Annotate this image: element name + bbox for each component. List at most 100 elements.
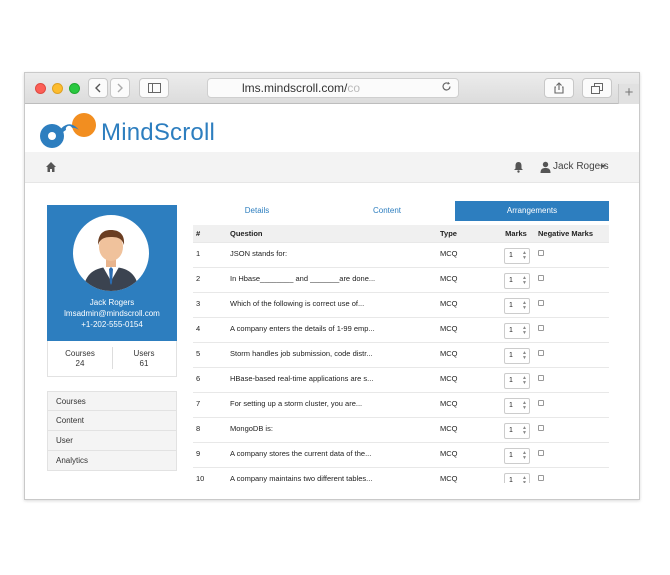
marks-stepper[interactable]: 1 ▲ ▼ bbox=[504, 372, 530, 389]
stat-users-value: 61 bbox=[139, 359, 149, 368]
row-question[interactable]: For setting up a storm cluster, you are.… bbox=[227, 391, 437, 417]
row-number: 10 bbox=[193, 466, 227, 483]
negative-marks-checkbox[interactable] bbox=[538, 324, 544, 331]
maximize-window-button[interactable] bbox=[69, 83, 80, 94]
row-question[interactable]: JSON stands for: bbox=[227, 241, 437, 267]
negative-marks-checkbox[interactable] bbox=[538, 374, 544, 381]
header-number: # bbox=[193, 225, 227, 242]
chevron-down-icon[interactable] bbox=[600, 165, 606, 168]
marks-stepper[interactable]: 1 ▲ ▼ bbox=[504, 322, 530, 339]
negative-marks-checkbox[interactable] bbox=[538, 274, 544, 281]
row-number: 1 bbox=[193, 241, 227, 267]
row-question[interactable]: In Hbase________ and _______are done... bbox=[227, 266, 437, 292]
user-icon[interactable] bbox=[540, 161, 551, 173]
marks-stepper[interactable]: 1 ▲ ▼ bbox=[504, 347, 530, 364]
forward-button[interactable] bbox=[110, 78, 130, 98]
tab-content[interactable]: Content bbox=[321, 201, 453, 221]
row-negative-marks bbox=[535, 341, 609, 367]
share-button[interactable] bbox=[544, 78, 574, 98]
brand-name[interactable]: MindScroll bbox=[101, 119, 215, 147]
row-negative-marks bbox=[535, 441, 609, 467]
back-button[interactable] bbox=[88, 78, 108, 98]
address-bar[interactable]: lms.mindscroll.com/co bbox=[207, 78, 459, 98]
table-row[interactable]: 5 Storm handles job submission, code dist… bbox=[193, 341, 609, 367]
negative-marks-checkbox[interactable] bbox=[538, 349, 544, 356]
tabs-overview-button[interactable] bbox=[582, 78, 612, 98]
side-menu-user[interactable]: User bbox=[47, 431, 177, 451]
header-question: Question bbox=[227, 225, 437, 242]
row-question[interactable]: MongoDB is: bbox=[227, 416, 437, 442]
row-type: MCQ bbox=[437, 341, 497, 367]
reload-icon[interactable] bbox=[441, 81, 452, 95]
stat-courses: Courses 24 bbox=[48, 349, 112, 369]
stepper-arrows-icon[interactable]: ▲ ▼ bbox=[522, 375, 527, 386]
profile-email: lmsadmin@mindscroll.com bbox=[64, 309, 160, 318]
stepper-arrows-icon[interactable]: ▲ ▼ bbox=[522, 250, 527, 261]
table-row[interactable]: 3 Which of the following is correct use o… bbox=[193, 291, 609, 317]
marks-stepper[interactable]: 1 ▲ ▼ bbox=[504, 472, 530, 484]
row-question[interactable]: HBase-based real-time applications are s… bbox=[227, 366, 437, 392]
row-question[interactable]: A company maintains two different tables… bbox=[227, 466, 437, 483]
stepper-arrows-icon[interactable]: ▲ ▼ bbox=[522, 400, 527, 411]
sidebar-icon bbox=[147, 83, 161, 93]
stepper-arrows-icon[interactable]: ▲ ▼ bbox=[522, 350, 527, 361]
row-marks: 1 ▲ ▼ bbox=[497, 291, 535, 317]
home-icon[interactable] bbox=[45, 161, 57, 173]
table-row[interactable]: 4A company enters the details of 1-99 em… bbox=[193, 316, 609, 342]
questions-table-container[interactable]: # Question Type Marks Negative Marks 1 JS… bbox=[193, 225, 609, 483]
tab-details[interactable]: Details bbox=[193, 201, 321, 221]
marks-stepper[interactable]: 1 ▲ ▼ bbox=[504, 272, 530, 289]
negative-marks-checkbox[interactable] bbox=[538, 399, 544, 406]
marks-stepper[interactable]: 1 ▲ ▼ bbox=[504, 247, 530, 264]
tab-arrangements[interactable]: Arrangements bbox=[455, 201, 609, 221]
side-menu-content[interactable]: Content bbox=[47, 411, 177, 431]
marks-value: 1 bbox=[509, 251, 513, 259]
negative-marks-checkbox[interactable] bbox=[538, 424, 544, 431]
stepper-arrows-icon[interactable]: ▲ ▼ bbox=[522, 425, 527, 436]
negative-marks-checkbox[interactable] bbox=[538, 249, 544, 256]
table-row[interactable]: 9A company stores the current data of th… bbox=[193, 441, 609, 467]
table-row[interactable]: 2 In Hbase________ and _______are done...… bbox=[193, 266, 609, 292]
stepper-arrows-icon[interactable]: ▲ ▼ bbox=[522, 475, 527, 483]
notification-bell-icon[interactable] bbox=[513, 161, 524, 173]
stat-courses-label: Courses bbox=[65, 349, 95, 358]
table-row[interactable]: 1 JSON stands for: MCQ 1 ▲ ▼ bbox=[193, 241, 609, 267]
row-number: 2 bbox=[193, 266, 227, 292]
top-navbar: Jack Rogers bbox=[25, 152, 639, 183]
stepper-arrows-icon[interactable]: ▲ ▼ bbox=[522, 300, 527, 311]
stepper-arrows-icon[interactable]: ▲ ▼ bbox=[522, 275, 527, 286]
marks-stepper[interactable]: 1 ▲ ▼ bbox=[504, 397, 530, 414]
table-row[interactable]: 6 HBase-based real-time applications are … bbox=[193, 366, 609, 392]
marks-value: 1 bbox=[509, 376, 513, 384]
row-number: 6 bbox=[193, 366, 227, 392]
side-menu-analytics[interactable]: Analytics bbox=[47, 451, 177, 471]
negative-marks-checkbox[interactable] bbox=[538, 299, 544, 306]
table-header-row: # Question Type Marks Negative Marks bbox=[193, 225, 609, 242]
stepper-arrows-icon[interactable]: ▲ ▼ bbox=[522, 450, 527, 461]
marks-stepper[interactable]: 1 ▲ ▼ bbox=[504, 422, 530, 439]
tab-bar: Details Content Arrangements bbox=[193, 201, 609, 221]
new-tab-button[interactable]: + bbox=[618, 84, 639, 104]
close-window-button[interactable] bbox=[35, 83, 46, 94]
table-row[interactable]: 7 For setting up a storm cluster, you are… bbox=[193, 391, 609, 417]
row-question[interactable]: A company stores the current data of the… bbox=[227, 441, 437, 467]
table-row[interactable]: 10 A company maintains two different tabl… bbox=[193, 466, 609, 484]
stepper-arrows-icon[interactable]: ▲ ▼ bbox=[522, 325, 527, 336]
marks-stepper[interactable]: 1 ▲ ▼ bbox=[504, 297, 530, 314]
row-question[interactable]: A company enters the details of 1-99 emp… bbox=[227, 316, 437, 342]
questions-table: # Question Type Marks Negative Marks 1 JS… bbox=[193, 225, 609, 483]
row-number: 4 bbox=[193, 316, 227, 342]
negative-marks-checkbox[interactable] bbox=[538, 449, 544, 456]
marks-stepper[interactable]: 1 ▲ ▼ bbox=[504, 447, 530, 464]
row-question[interactable]: Storm handles job submission, code distr… bbox=[227, 341, 437, 367]
sidebar-toggle-button[interactable] bbox=[139, 78, 169, 98]
table-row[interactable]: 8 MongoDB is: MCQ 1 ▲ ▼ bbox=[193, 416, 609, 442]
chevron-right-icon bbox=[117, 83, 123, 93]
marks-value: 1 bbox=[509, 476, 513, 484]
negative-marks-checkbox[interactable] bbox=[538, 474, 544, 481]
profile-stats: Courses 24 Users 61 bbox=[47, 341, 177, 377]
minimize-window-button[interactable] bbox=[52, 83, 63, 94]
mindscroll-logo-icon[interactable] bbox=[39, 112, 101, 152]
row-question[interactable]: Which of the following is correct use of… bbox=[227, 291, 437, 317]
side-menu-courses[interactable]: Courses bbox=[47, 391, 177, 411]
